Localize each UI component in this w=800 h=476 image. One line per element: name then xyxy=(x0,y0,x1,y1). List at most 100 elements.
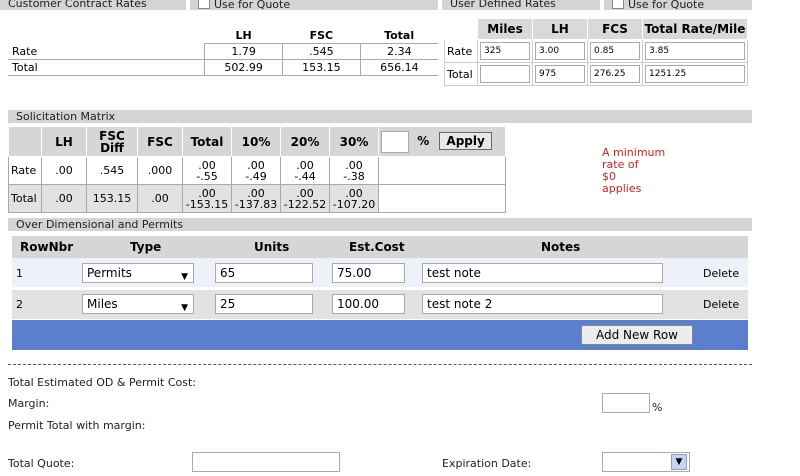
cell-value: 153.15 xyxy=(281,59,361,76)
cell-value: .00 -.44 xyxy=(280,156,330,185)
rate-miles-input[interactable] xyxy=(480,42,530,60)
est-cost-input[interactable]: 100.00 xyxy=(332,294,405,314)
type-select[interactable]: Miles ▼ xyxy=(82,294,194,314)
est-cost-input[interactable]: 75.00 xyxy=(332,263,405,283)
cell-value: .545 xyxy=(281,43,361,60)
rate-fcs-input[interactable] xyxy=(590,42,640,60)
percent-sign: % xyxy=(417,134,430,148)
col-20pct: 20% xyxy=(280,126,330,157)
add-row-bar: Add New Row xyxy=(12,320,748,350)
solicitation-header: Solicitation Matrix xyxy=(8,110,752,123)
table-row: Total 502.99 153.15 656.14 xyxy=(8,59,438,76)
total-miles-input[interactable] xyxy=(480,65,530,83)
type-select-value: Permits xyxy=(87,266,132,280)
cell-value: 1.79 xyxy=(204,43,283,60)
user-defined-title: User Defined Rates xyxy=(450,0,556,10)
rate-total-input[interactable] xyxy=(645,42,745,60)
cell-value: .00 -107.20 xyxy=(329,184,379,213)
over-dimensional-header: Over Dimensional and Permits xyxy=(8,218,752,231)
row-label: Rate xyxy=(8,156,42,185)
row-label: Total xyxy=(444,62,478,86)
customer-contract-table: LH FSC Total Rate 1.79 .545 2.34 Total 5… xyxy=(8,28,438,76)
notes-input[interactable]: test note xyxy=(422,263,663,283)
add-new-row-button[interactable]: Add New Row xyxy=(581,325,693,345)
cell-value: .000 xyxy=(137,156,183,185)
cell-value: .00 -.49 xyxy=(231,156,281,185)
total-total-input[interactable] xyxy=(645,65,745,83)
minimum-rate-notice: A minimum rate of $0 applies xyxy=(602,146,666,195)
col-units: Units xyxy=(254,240,290,254)
total-lh-input[interactable] xyxy=(535,65,585,83)
total-od-label: Total Estimated OD & Permit Cost: xyxy=(8,376,197,389)
row-label: Total xyxy=(8,59,205,76)
over-dimensional-title: Over Dimensional and Permits xyxy=(16,218,184,231)
table-row: Total xyxy=(444,62,748,86)
chevron-down-icon: ▼ xyxy=(181,272,188,282)
col-lh: LH xyxy=(532,18,588,40)
total-quote-label: Total Quote: xyxy=(8,457,75,470)
row-number: 1 xyxy=(16,267,23,280)
row-label: Total xyxy=(8,184,42,213)
user-use-for-quote-label: Use for Quote xyxy=(628,0,705,11)
chevron-down-icon[interactable]: ▼ xyxy=(671,454,687,470)
cell-value: 656.14 xyxy=(359,59,438,76)
total-fcs-input[interactable] xyxy=(590,65,640,83)
cell-value: .00 -.55 xyxy=(182,156,232,185)
customer-contract-header: Customer Contract Rates xyxy=(0,0,186,10)
customer-use-for-quote-checkbox[interactable] xyxy=(198,0,210,9)
col-lh: LH xyxy=(204,28,283,44)
col-miles: Miles xyxy=(477,18,533,40)
col-total: Total xyxy=(360,28,438,44)
user-use-for-quote-bar: Use for Quote xyxy=(604,0,752,11)
customer-contract-title: Customer Contract Rates xyxy=(8,0,147,10)
user-defined-header: User Defined Rates xyxy=(442,0,600,10)
apply-button[interactable]: Apply xyxy=(439,132,492,150)
row-label: Rate xyxy=(444,39,478,63)
col-30pct: 30% xyxy=(329,126,379,157)
table-row: Rate 1.79 .545 2.34 xyxy=(8,43,438,60)
col-rownbr: RowNbr xyxy=(20,240,74,254)
col-fsc: FSC xyxy=(137,126,183,157)
table-row: 2 Miles ▼ 25 100.00 test note 2 Delete xyxy=(12,290,748,319)
percent-input[interactable] xyxy=(381,130,409,153)
empty-cell xyxy=(378,156,506,185)
expiration-label: Expiration Date: xyxy=(442,457,532,470)
customer-use-for-quote-bar: Use for Quote xyxy=(190,0,438,11)
col-fcs: FCS xyxy=(587,18,643,40)
margin-input[interactable] xyxy=(602,393,650,413)
table-row: 1 Permits ▼ 65 75.00 test note Delete xyxy=(12,258,748,287)
cell-value: .00 -153.15 xyxy=(182,184,232,213)
table-row: Rate .00 .545 .000 .00 -.55 .00 -.49 .00… xyxy=(8,156,506,185)
user-use-for-quote-checkbox[interactable] xyxy=(612,0,624,9)
notes-input[interactable]: test note 2 xyxy=(422,294,663,314)
cell-value: .00 -.38 xyxy=(329,156,379,185)
delete-link[interactable]: Delete xyxy=(703,298,739,311)
units-input[interactable]: 25 xyxy=(215,294,313,314)
type-select[interactable]: Permits ▼ xyxy=(82,263,194,283)
row-label: Rate xyxy=(8,43,205,60)
margin-label: Margin: xyxy=(8,397,50,410)
expiration-date-select[interactable]: ▼ xyxy=(602,452,690,472)
col-10pct: 10% xyxy=(231,126,281,157)
cell-value: .00 -122.52 xyxy=(280,184,330,213)
col-total-rate-mile: Total Rate/Mile xyxy=(642,18,748,40)
cell-value: .00 xyxy=(41,184,87,213)
delete-link[interactable]: Delete xyxy=(703,267,739,280)
customer-use-for-quote-label: Use for Quote xyxy=(214,0,291,11)
solicitation-title: Solicitation Matrix xyxy=(16,110,116,123)
row-number: 2 xyxy=(16,298,23,311)
cell-value: 2.34 xyxy=(359,43,438,60)
cell-value: .00 xyxy=(41,156,87,185)
rate-lh-input[interactable] xyxy=(535,42,585,60)
col-total: Total xyxy=(182,126,232,157)
col-fsc: FSC xyxy=(282,28,361,44)
od-table-header: RowNbr Type Units Est.Cost Notes xyxy=(12,236,748,258)
empty-cell xyxy=(378,184,506,213)
units-input[interactable]: 65 xyxy=(215,263,313,283)
table-row: Rate xyxy=(444,39,748,63)
cell-value: 153.15 xyxy=(86,184,138,213)
chevron-down-icon: ▼ xyxy=(181,303,188,313)
total-quote-input[interactable] xyxy=(192,452,340,472)
cell-value: .00 -137.83 xyxy=(231,184,281,213)
permit-total-label: Permit Total with margin: xyxy=(8,419,146,432)
